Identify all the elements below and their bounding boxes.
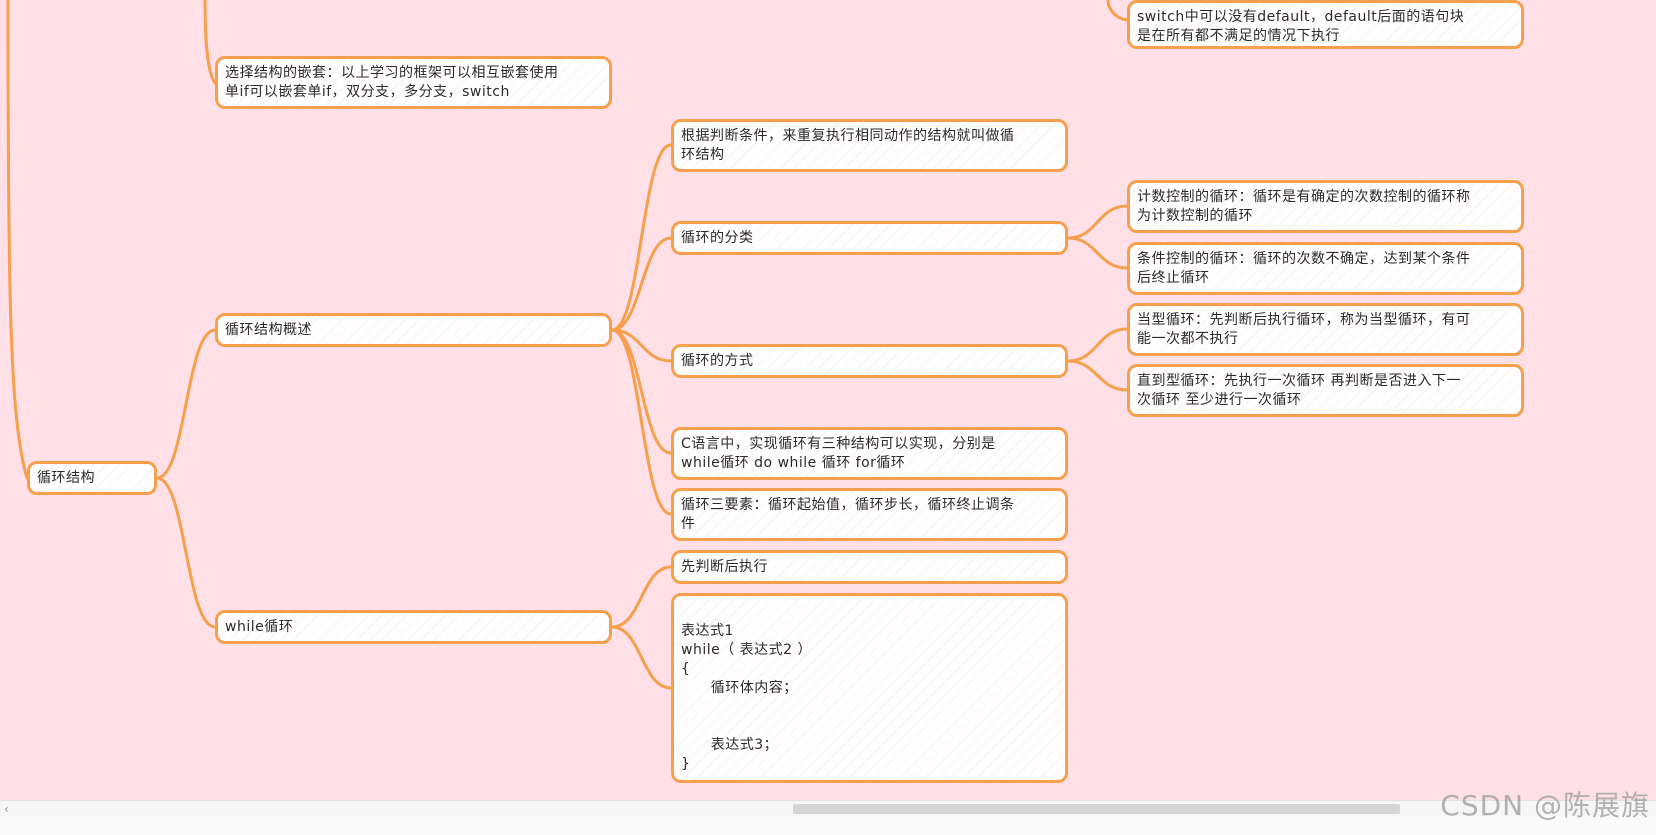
node-loop-overview[interactable]: 循环结构概述	[215, 313, 612, 347]
node-loop-definition[interactable]: 根据判断条件，来重复执行相同动作的结构就叫做循 环结构	[671, 119, 1068, 172]
node-while-syntax[interactable]: 表达式1 while（ 表达式2 ） { 循环体内容； 表达式3； }	[671, 593, 1068, 783]
node-loop-methods[interactable]: 循环的方式	[671, 344, 1068, 378]
scroll-left-icon[interactable]: ‹	[4, 801, 9, 817]
connector-line	[203, 0, 217, 85]
node-until-type-loop[interactable]: 直到型循环：先执行一次循环 再判断是否进入下一 次循环 至少进行一次循环	[1127, 364, 1524, 417]
node-switch-default[interactable]: switch中可以没有default，default后面的语句块 是在所有都不满…	[1127, 0, 1524, 49]
connector-line	[1106, 0, 1129, 22]
connector-line	[155, 328, 217, 480]
connector-line	[1066, 236, 1129, 270]
node-while-loop[interactable]: while循环	[215, 610, 612, 644]
node-condition-controlled-loop[interactable]: 条件控制的循环：循环的次数不确定，达到某个条件 后终止循环	[1127, 242, 1524, 295]
node-loop-three-elements[interactable]: 循环三要素：循环起始值，循环步长，循环终止调条 件	[671, 488, 1068, 541]
connector-line	[610, 328, 673, 455]
connector-line	[1066, 327, 1129, 363]
connector-line	[1066, 204, 1129, 240]
node-loop-classification[interactable]: 循环的分类	[671, 221, 1068, 255]
node-check-then-execute[interactable]: 先判断后执行	[671, 550, 1068, 584]
watermark: CSDN @陈展旗	[1440, 789, 1650, 822]
connector-line	[610, 328, 673, 516]
scrollbar-thumb[interactable]	[793, 804, 1400, 814]
connector-line	[1066, 359, 1129, 392]
connector-line	[610, 625, 673, 690]
node-selection-nesting[interactable]: 选择结构的嵌套：以上学习的框架可以相互嵌套使用 单if可以嵌套单if，双分支，多…	[215, 56, 612, 109]
node-c-loop-structures[interactable]: C语言中，实现循环有三种结构可以实现，分别是 while循环 do while …	[671, 427, 1068, 480]
node-while-type-loop[interactable]: 当型循环：先判断后执行循环，称为当型循环，有可 能一次都不执行	[1127, 303, 1524, 356]
connector-line	[610, 143, 673, 332]
connector-line	[155, 476, 217, 629]
horizontal-scrollbar[interactable]: ‹	[0, 800, 1656, 817]
root-node-loop-structure[interactable]: 循环结构	[27, 461, 157, 495]
mindmap-canvas: 循环结构 选择结构的嵌套：以上学习的框架可以相互嵌套使用 单if可以嵌套单if，…	[0, 0, 1656, 800]
connector-line	[610, 236, 673, 332]
connector-line	[6, 0, 29, 480]
node-count-controlled-loop[interactable]: 计数控制的循环：循环是有确定的次数控制的循环称 为计数控制的循环	[1127, 180, 1524, 233]
bottom-status-strip	[0, 816, 1656, 835]
connector-line	[610, 565, 673, 629]
